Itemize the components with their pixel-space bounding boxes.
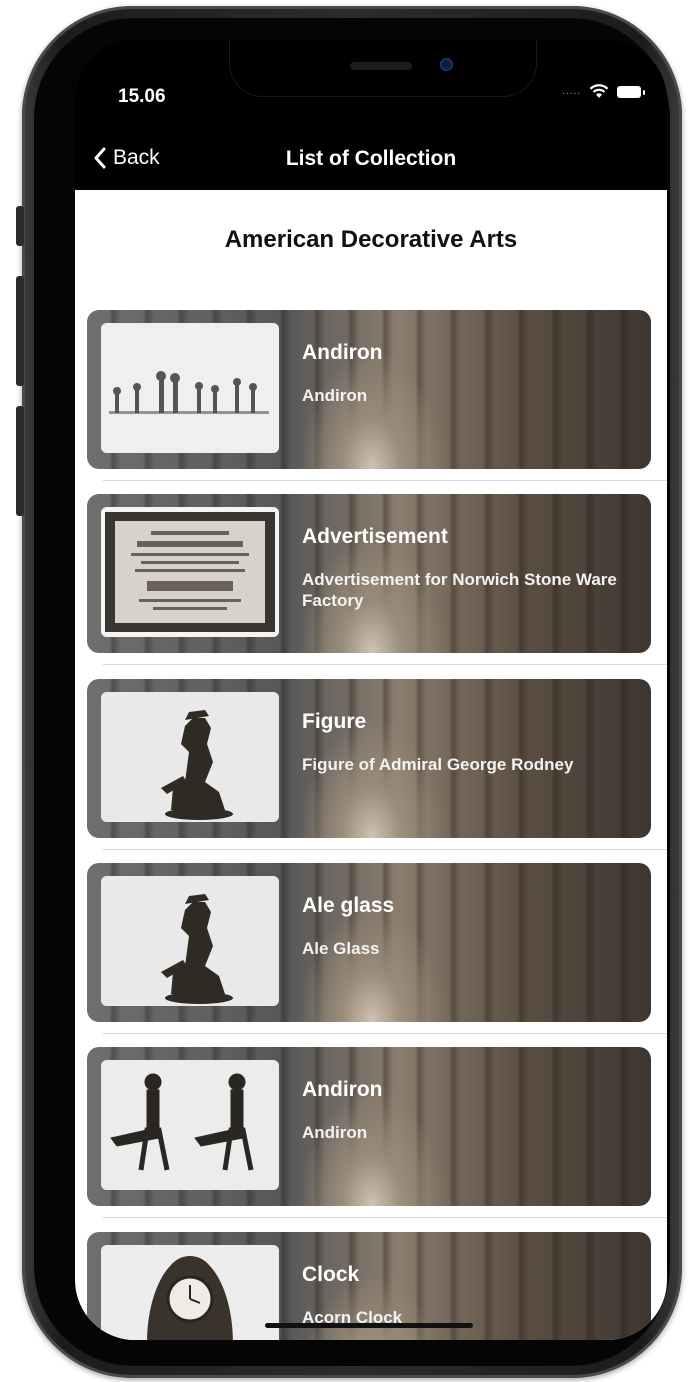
nav-title: List of Collection [285,147,457,170]
signal-dots-icon: ..... [562,86,581,97]
speaker-grille [350,62,412,70]
phone-screen: 15.06 ..... Back List of Collection Amer… [75,40,667,1340]
row-separator [103,664,667,665]
wifi-icon [589,84,609,98]
item-subtitle: Andiron [302,386,368,405]
status-icons: ..... [562,84,645,99]
row-separator [103,480,667,481]
clock-image [101,1245,279,1340]
battery-icon [617,85,645,98]
collection-item[interactable]: Andiron Andiron [87,310,651,469]
status-time: 15.06 [118,86,166,107]
front-camera [440,58,453,71]
andiron-pair-image [101,1060,279,1190]
item-title: Andiron [302,341,383,364]
admiral-figure-image [101,692,279,822]
item-title: Andiron [302,1078,383,1101]
collection-item[interactable]: Andiron Andiron [87,1047,651,1206]
volume-up-button [16,276,24,386]
page-title: American Decorative Arts [224,226,518,253]
item-subtitle: Andiron [302,1123,368,1142]
row-separator [103,1217,667,1218]
framed-advertisement-image [101,507,279,637]
item-subtitle: Ale Glass [302,939,380,958]
item-title: Clock [302,1263,360,1286]
collection-item[interactable]: Advertisement Advertisement for Norwich … [87,494,651,653]
volume-down-button [16,406,24,516]
row-separator [103,849,667,850]
collection-list-view[interactable]: American Decorative Arts Andiron Andiron… [75,190,667,1340]
item-title: Figure [302,710,367,733]
item-title: Ale glass [302,894,395,917]
item-subtitle: Figure of Admiral George Rodney [302,755,574,774]
navigation-bar: Back List of Collection [75,140,667,190]
admiral-figure-image [101,876,279,1006]
collection-item[interactable]: Ale glass Ale Glass [87,863,651,1022]
row-separator [103,1033,667,1034]
andirons-row-image [101,323,279,453]
collection-item[interactable]: Figure Figure of Admiral George Rodney [87,679,651,838]
home-indicator[interactable] [265,1323,473,1328]
item-title: Advertisement [302,525,448,548]
notch [229,40,537,97]
mute-switch [16,206,24,246]
item-subtitle: Advertisement for Norwich Stone Ware Fac… [302,570,617,610]
